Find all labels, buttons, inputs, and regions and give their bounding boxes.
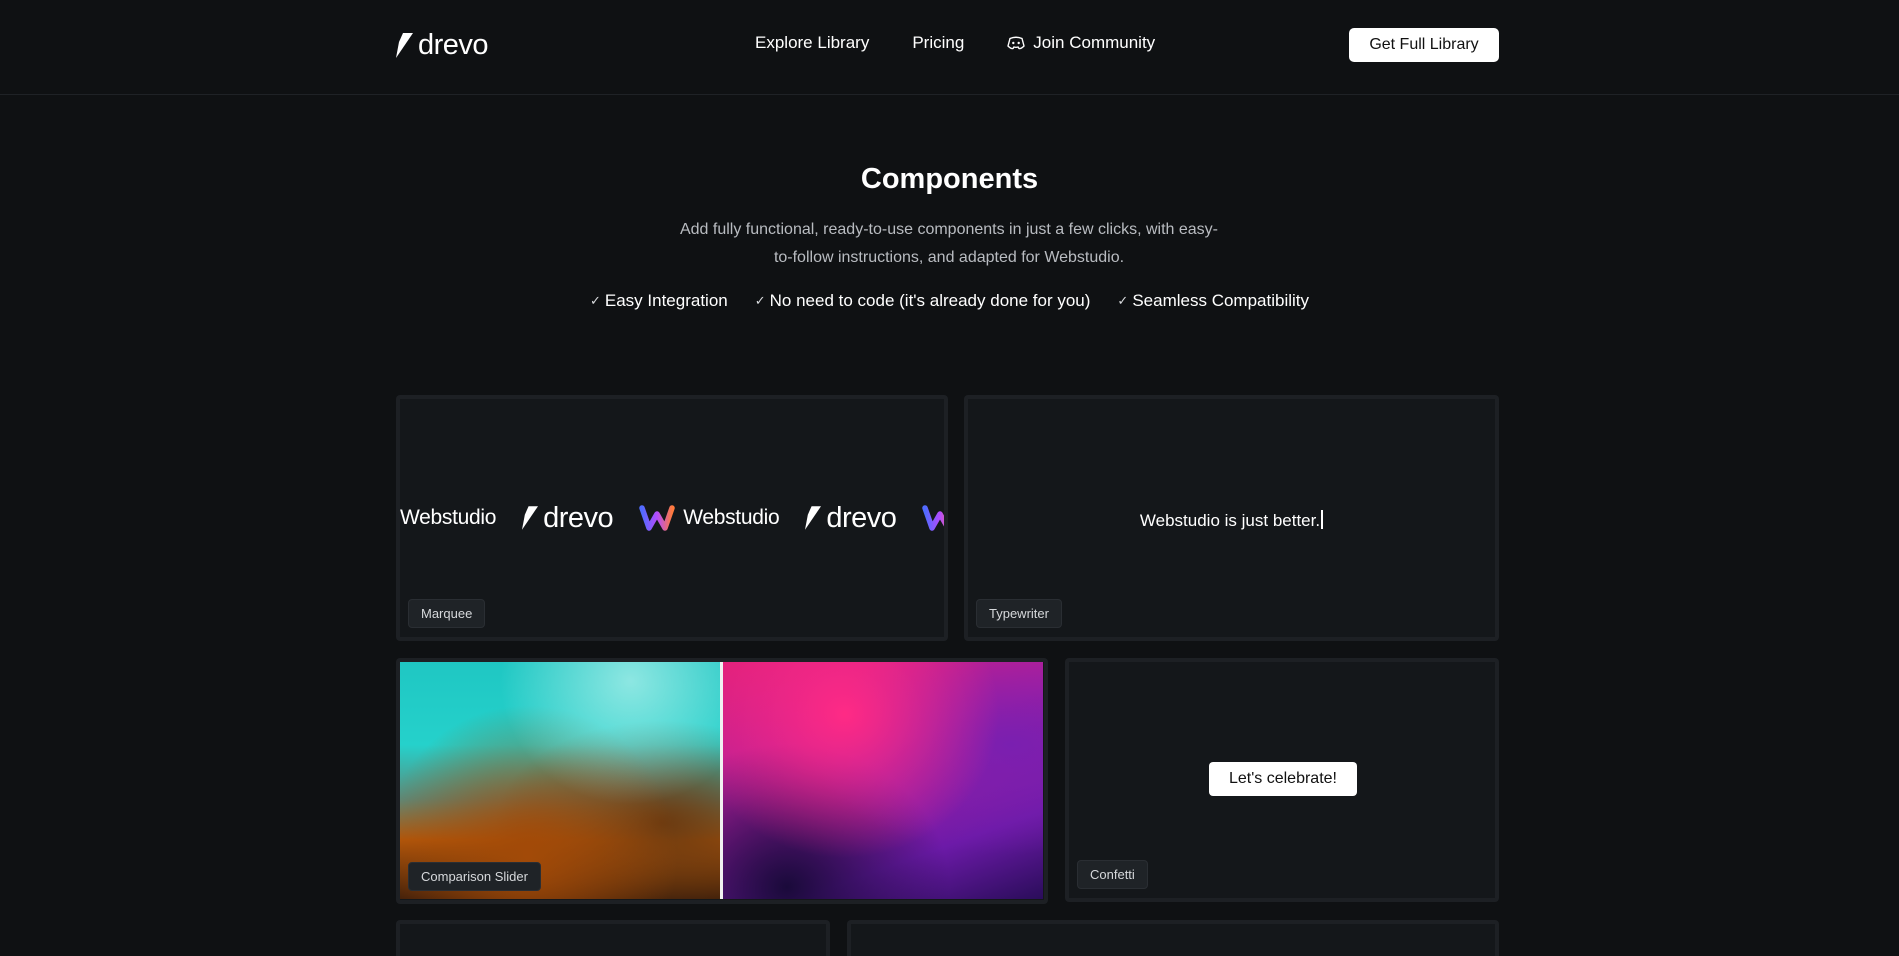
subtitle-line-2: to-follow instructions, and adapted for … — [773, 249, 1125, 266]
text-caret — [1321, 510, 1324, 529]
typewriter-text: Webstudio is just better. — [968, 510, 1495, 531]
marquee-item: Webstudio — [400, 506, 497, 529]
nav-join-community[interactable]: Join Community — [1007, 33, 1155, 53]
typewriter-content: Webstudio is just better. — [1139, 511, 1321, 530]
marquee-item: drevo — [805, 501, 897, 534]
page-title: Components — [860, 163, 1039, 195]
comparison-slider-card[interactable]: Comparison Slider — [396, 658, 1048, 904]
check-icon: ✓ — [1117, 293, 1129, 308]
feature-label: Seamless Compatibility — [1132, 291, 1310, 310]
discord-icon — [1007, 36, 1026, 50]
marquee-item-label: drevo — [826, 501, 897, 534]
celebrate-button[interactable]: Let's celebrate! — [1209, 762, 1357, 796]
component-card[interactable] — [396, 920, 830, 956]
component-label: Comparison Slider — [408, 862, 541, 891]
feature-list: ✓ Easy Integration ✓ No need to code (it… — [0, 291, 1899, 311]
webstudio-logo-icon — [922, 505, 944, 531]
nav-explore-library[interactable]: Explore Library — [755, 33, 869, 53]
nav-join-community-label: Join Community — [1033, 33, 1156, 52]
component-label: Typewriter — [976, 599, 1062, 628]
drevo-mark-icon — [522, 506, 539, 530]
feature-label: Easy Integration — [604, 291, 728, 310]
confetti-card[interactable]: Let's celebrate! Confetti — [1065, 658, 1499, 902]
marquee-card[interactable]: Webstudio drevo Webstudio drevo Marquee — [396, 395, 948, 641]
get-full-library-button[interactable]: Get Full Library — [1349, 28, 1499, 62]
marquee-item: drevo — [522, 501, 614, 534]
marquee-item-label: drevo — [543, 501, 614, 534]
component-card[interactable] — [847, 920, 1499, 956]
drevo-mark-icon — [805, 506, 822, 530]
feature-label: No need to code (it's already done for y… — [769, 291, 1091, 310]
main-nav: Explore Library Pricing Join Community — [755, 33, 1155, 53]
check-icon: ✓ — [589, 293, 601, 308]
component-label: Marquee — [408, 599, 486, 628]
feature-item: ✓ Easy Integration — [590, 291, 728, 311]
marquee-track: Webstudio drevo Webstudio drevo — [400, 501, 944, 534]
page-subtitle: Add fully functional, ready-to-use compo… — [669, 216, 1229, 272]
drevo-logo[interactable]: drevo — [396, 28, 489, 61]
feature-item: ✓ No need to code (it's already done for… — [755, 291, 1091, 311]
nav-pricing[interactable]: Pricing — [912, 33, 964, 53]
typewriter-card[interactable]: Webstudio is just better. Typewriter — [964, 395, 1499, 641]
component-label: Confetti — [1077, 860, 1148, 889]
check-icon: ✓ — [754, 293, 766, 308]
site-header: drevo Explore Library Pricing Join Commu… — [0, 0, 1899, 95]
comparison-slider-handle[interactable] — [720, 662, 723, 899]
comparison-after-image — [723, 662, 1043, 899]
logo-text: drevo — [418, 28, 489, 61]
webstudio-logo-icon — [639, 505, 675, 531]
marquee-item-label: Webstudio — [683, 506, 780, 529]
marquee-item: Webstudio — [639, 504, 780, 532]
feature-item: ✓ Seamless Compatibility — [1117, 291, 1309, 311]
marquee-item — [922, 504, 944, 532]
subtitle-line-1: Add fully functional, ready-to-use compo… — [679, 221, 1219, 238]
drevo-mark-icon — [396, 32, 413, 58]
